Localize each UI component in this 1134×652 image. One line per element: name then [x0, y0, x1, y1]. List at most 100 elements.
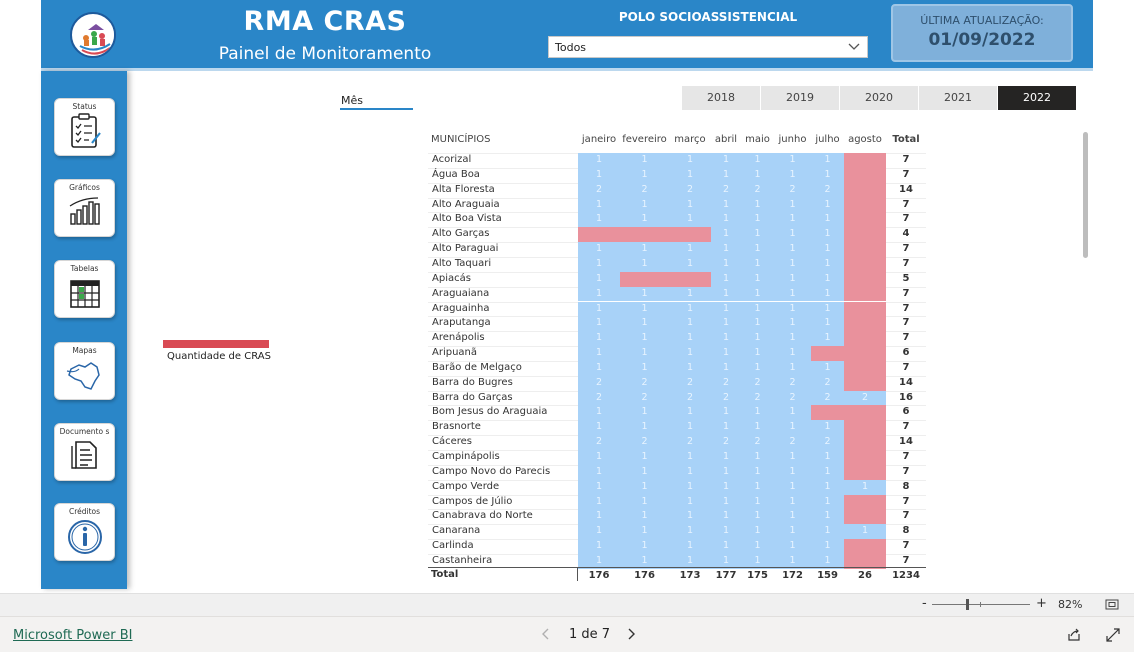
matrix-cell	[844, 167, 886, 183]
zoom-value: 82%	[1058, 598, 1083, 611]
year-button-2018[interactable]: 2018	[682, 86, 760, 110]
matrix-cell: 1	[620, 479, 669, 495]
matrix-cell: 1	[741, 405, 774, 421]
polo-dropdown[interactable]: Todos	[548, 36, 868, 58]
matrix-cell: 1	[741, 301, 774, 317]
matrix-column-header[interactable]: agosto	[844, 134, 886, 145]
year-button-2022[interactable]: 2022	[998, 86, 1076, 110]
row-total: 7	[902, 154, 910, 165]
row-total: 7	[902, 495, 910, 507]
matrix-cell	[844, 331, 886, 347]
matrix-cell: 2	[620, 435, 669, 450]
app-title: RMA CRAS	[243, 6, 407, 37]
matrix-cell: 1	[578, 450, 620, 465]
matrix-column-header[interactable]: fevereiro	[620, 134, 669, 145]
matrix-column-header[interactable]: janeiro	[578, 134, 620, 145]
matrix-cell: 1	[578, 524, 620, 540]
matrix-cell: 1	[669, 212, 711, 228]
matrix-cell: 1	[578, 420, 620, 436]
nav-documentos-button[interactable]: Documento s	[54, 423, 115, 481]
matrix-cell: 1	[711, 464, 741, 480]
matrix-cell: 1	[741, 420, 774, 436]
matrix-cell: 1	[711, 316, 741, 332]
matrix-cell: 1	[669, 346, 711, 361]
matrix-cell: 1	[669, 450, 711, 465]
matrix-cell: 1	[811, 360, 844, 376]
last-update-box: ÚLTIMA ATUALIZAÇÃO: 01/09/2022	[891, 4, 1073, 62]
matrix-cell	[844, 212, 886, 228]
zoom-slider[interactable]	[932, 604, 1030, 605]
fullscreen-icon[interactable]	[1106, 628, 1120, 642]
chevron-right-icon[interactable]	[625, 626, 637, 642]
matrix-cell	[844, 346, 886, 361]
matrix-cell: 1	[741, 197, 774, 213]
municipio-name: Barão de Melgaço	[432, 361, 522, 373]
nav-mapas-button[interactable]: Mapas	[54, 342, 115, 400]
row-total: 7	[902, 317, 910, 329]
zoom-in-button[interactable]: +	[1036, 596, 1047, 611]
zoom-slider-thumb[interactable]	[965, 599, 969, 610]
matrix-row-header: MUNICÍPIOS	[431, 134, 491, 145]
row-total: 14	[899, 183, 913, 195]
footer-bar	[0, 616, 1134, 652]
row-total: 8	[902, 525, 910, 537]
header-divider	[41, 68, 1093, 71]
matrix-cell: 1	[578, 242, 620, 257]
share-icon[interactable]	[1067, 628, 1081, 642]
nav-creditos-button[interactable]: Créditos	[54, 503, 115, 561]
matrix-cell: 1	[741, 167, 774, 183]
matrix-cell: 1	[711, 212, 741, 228]
matrix-column-header[interactable]: junho	[774, 134, 811, 145]
matrix-cell: 1	[774, 509, 811, 525]
matrix-cell: 2	[711, 182, 741, 198]
matrix-cell: 1	[741, 360, 774, 376]
nav-tabelas-button[interactable]: Tabelas	[54, 260, 115, 318]
matrix-cell: 1	[578, 167, 620, 183]
powerbi-link[interactable]: Microsoft Power BI	[13, 628, 132, 643]
matrix-cell: 1	[811, 242, 844, 257]
matrix-cell: 1	[669, 331, 711, 347]
row-total: 5	[902, 272, 910, 284]
year-button-2021[interactable]: 2021	[919, 86, 997, 110]
matrix-cell	[844, 494, 886, 510]
municipio-name: Bom Jesus do Araguaia	[432, 406, 548, 418]
column-total: 177	[715, 570, 737, 581]
matrix-cell	[844, 301, 886, 317]
matrix-scrollbar[interactable]	[1083, 132, 1088, 258]
matrix-column-header[interactable]: maio	[741, 134, 774, 145]
matrix-cell: 1	[811, 227, 844, 243]
matrix-cell: 1	[669, 301, 711, 317]
matrix-cell	[844, 405, 886, 421]
matrix-cell: 1	[669, 479, 711, 495]
nav-graficos-button[interactable]: Gráficos	[54, 179, 115, 237]
matrix-cell: 1	[578, 271, 620, 287]
matrix-cell: 1	[811, 301, 844, 317]
chevron-left-icon[interactable]	[540, 626, 552, 642]
last-update-date: 01/09/2022	[928, 30, 1036, 50]
matrix-cell: 1	[711, 227, 741, 243]
row-total: 6	[902, 406, 910, 418]
fit-to-page-icon[interactable]	[1105, 599, 1119, 610]
year-button-2019[interactable]: 2019	[761, 86, 839, 110]
matrix-column-header[interactable]: abril	[711, 134, 741, 145]
matrix-cell	[844, 464, 886, 480]
column-total: 26	[858, 570, 872, 581]
chevron-down-icon	[848, 43, 860, 50]
info-icon	[67, 520, 102, 554]
matrix-cell: 1	[774, 494, 811, 510]
matrix-column-header[interactable]: março	[669, 134, 711, 145]
matrix-cell: 1	[774, 271, 811, 287]
matrix-cell: 2	[811, 435, 844, 450]
matrix-cell: 1	[578, 464, 620, 480]
mes-slicer-label[interactable]: Mês	[341, 94, 363, 107]
matrix-cell: 1	[711, 197, 741, 213]
matrix-column-header[interactable]: julho	[811, 134, 844, 145]
matrix-cell: 1	[620, 331, 669, 347]
nav-status-button[interactable]: Status	[54, 98, 115, 156]
matrix-cell: 2	[578, 182, 620, 198]
matrix-cell: 2	[774, 390, 811, 406]
year-button-2020[interactable]: 2020	[840, 86, 918, 110]
matrix-cell: 1	[578, 197, 620, 213]
row-total: 16	[899, 391, 913, 403]
zoom-out-button[interactable]: -	[922, 596, 927, 611]
